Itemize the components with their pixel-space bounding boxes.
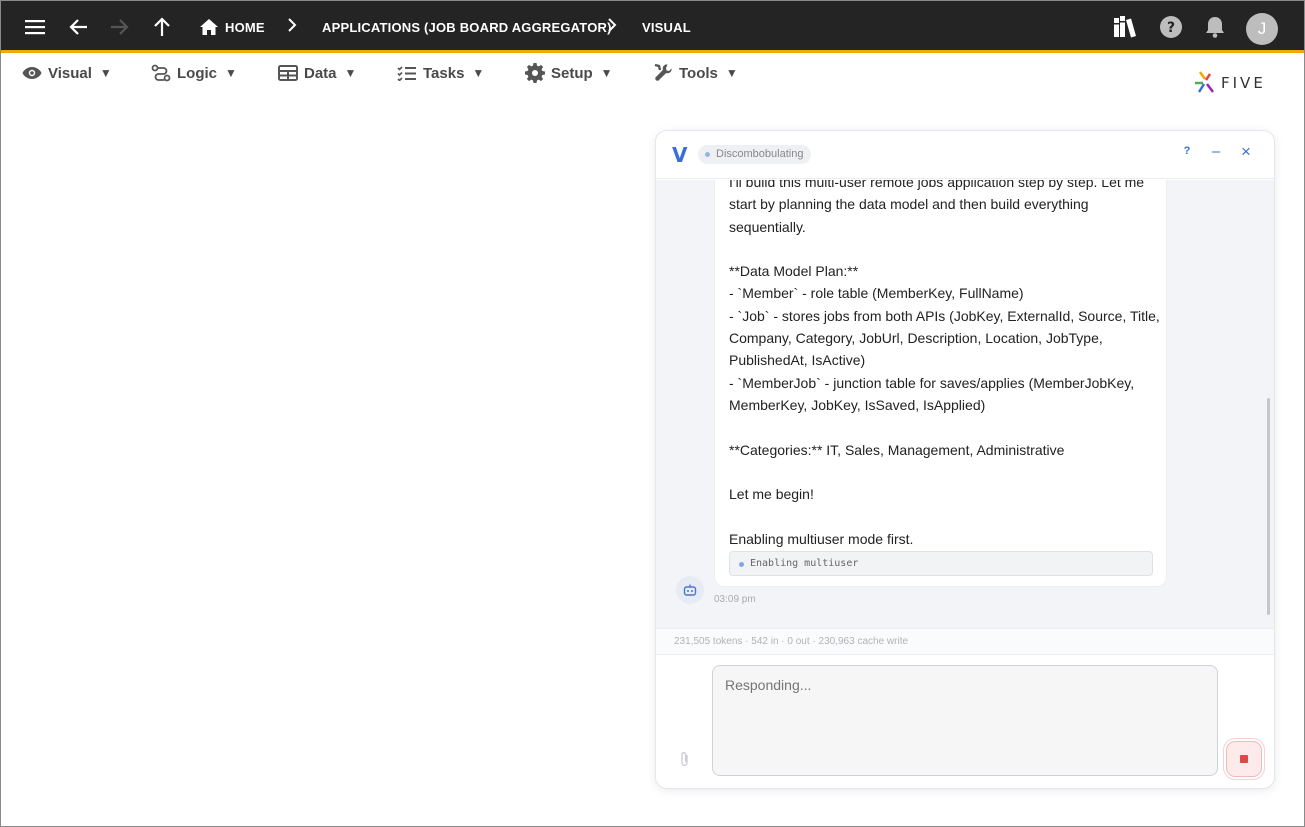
checklist-icon bbox=[397, 65, 417, 81]
message-line: **Data Model Plan:** bbox=[729, 263, 859, 280]
gear-icon bbox=[525, 63, 545, 83]
menu-tasks-label: Tasks bbox=[423, 64, 465, 82]
svg-text:?: ? bbox=[1167, 20, 1175, 36]
menu-logic-label: Logic bbox=[177, 64, 217, 82]
message-timestamp: 03:09 pm bbox=[714, 594, 756, 605]
caret-down-icon: ▼ bbox=[725, 66, 738, 80]
ai-chat-panel: V Discombobulating ? – × I'll build this… bbox=[655, 130, 1275, 789]
menu-icon[interactable] bbox=[21, 13, 49, 41]
help-button[interactable]: ? bbox=[1178, 145, 1196, 157]
home-label: HOME bbox=[225, 19, 265, 35]
chevron-right-icon bbox=[607, 18, 617, 37]
tools-icon bbox=[653, 63, 673, 83]
five-logo-mark bbox=[1195, 71, 1214, 93]
status-dot-icon bbox=[705, 152, 710, 157]
forward-arrow-icon[interactable] bbox=[105, 13, 133, 41]
breadcrumb-home[interactable]: HOME bbox=[200, 1, 265, 53]
caret-down-icon: ▼ bbox=[600, 66, 613, 80]
message-line: - `Job` - stores jobs from both APIs (Jo… bbox=[729, 307, 1160, 324]
message-line: sequentially. bbox=[729, 218, 806, 235]
chat-input[interactable] bbox=[712, 665, 1218, 776]
eye-icon bbox=[22, 66, 42, 80]
message-line: start by planning the data model and the… bbox=[729, 196, 1089, 213]
tool-call-label: Enabling multiuser bbox=[750, 558, 859, 569]
caret-down-icon: ▼ bbox=[344, 66, 357, 80]
assistant-logo: V bbox=[672, 143, 688, 167]
tool-call-chip[interactable]: Enabling multiuser bbox=[729, 551, 1153, 576]
menu-bar: Visual ▼ Logic ▼ Data ▼ Tasks ▼ Setup ▼ … bbox=[0, 56, 1305, 90]
menu-logic[interactable]: Logic ▼ bbox=[151, 62, 237, 84]
breadcrumb-application[interactable]: APPLICATIONS (JOB BOARD AGGREGATOR) bbox=[322, 1, 612, 53]
bell-icon[interactable] bbox=[1201, 13, 1229, 41]
menu-setup[interactable]: Setup ▼ bbox=[525, 62, 613, 84]
close-button[interactable]: × bbox=[1237, 142, 1255, 162]
home-icon bbox=[200, 19, 218, 35]
message-line: Company, Category, JobUrl, Description, … bbox=[729, 330, 1103, 347]
menu-tools-label: Tools bbox=[679, 64, 718, 82]
avatar[interactable]: J bbox=[1246, 13, 1278, 45]
message-line bbox=[729, 461, 1152, 483]
message-line: I'll build this multi-user remote jobs a… bbox=[729, 180, 1145, 190]
minimize-button[interactable]: – bbox=[1207, 143, 1225, 160]
caret-down-icon: ▼ bbox=[99, 66, 112, 80]
menu-data-label: Data bbox=[304, 64, 337, 82]
message-line: Enabling multiuser mode first. bbox=[729, 530, 914, 547]
message-line: - `MemberJob` - junction table for saves… bbox=[729, 374, 1135, 391]
chat-input-area bbox=[656, 655, 1274, 788]
back-arrow-icon[interactable] bbox=[65, 13, 93, 41]
message-line: - `Member` - role table (MemberKey, Full… bbox=[729, 285, 1024, 302]
message-line bbox=[729, 416, 1152, 438]
menu-visual[interactable]: Visual ▼ bbox=[22, 62, 112, 84]
status-text: Discombobulating bbox=[716, 148, 804, 160]
caret-down-icon: ▼ bbox=[472, 66, 485, 80]
message-line: PublishedAt, IsActive) bbox=[729, 352, 866, 369]
five-logo: FIVE bbox=[1193, 70, 1266, 96]
chat-header: V Discombobulating ? – × bbox=[656, 131, 1274, 179]
assistant-message: I'll build this multi-user remote jobs a… bbox=[714, 180, 1167, 587]
bot-avatar-icon bbox=[676, 576, 704, 604]
token-usage: 231,505 tokens · 542 in · 0 out · 230,96… bbox=[656, 628, 1274, 655]
five-logo-text: FIVE bbox=[1221, 74, 1266, 92]
stop-icon bbox=[1240, 755, 1248, 763]
chat-scrollbar[interactable] bbox=[1267, 398, 1270, 615]
chat-messages[interactable]: I'll build this multi-user remote jobs a… bbox=[656, 180, 1274, 628]
up-arrow-icon[interactable] bbox=[148, 13, 176, 41]
paperclip-icon[interactable] bbox=[680, 751, 690, 770]
message-line: **Categories:** IT, Sales, Management, A… bbox=[729, 441, 1065, 458]
breadcrumb-visual[interactable]: VISUAL bbox=[642, 1, 691, 53]
menu-tasks[interactable]: Tasks ▼ bbox=[397, 62, 484, 84]
library-icon[interactable] bbox=[1112, 13, 1140, 41]
message-line: Let me begin! bbox=[729, 486, 814, 503]
menu-data[interactable]: Data ▼ bbox=[278, 62, 356, 84]
top-bar: HOME APPLICATIONS (JOB BOARD AGGREGATOR)… bbox=[1, 1, 1304, 53]
tool-status-dot-icon bbox=[739, 562, 744, 567]
message-line bbox=[729, 238, 1152, 260]
status-badge: Discombobulating bbox=[698, 145, 812, 164]
help-icon[interactable]: ? bbox=[1157, 13, 1185, 41]
menu-visual-label: Visual bbox=[48, 64, 92, 82]
menu-tools[interactable]: Tools ▼ bbox=[653, 62, 738, 84]
caret-down-icon: ▼ bbox=[225, 66, 237, 80]
table-icon bbox=[278, 65, 298, 81]
menu-setup-label: Setup bbox=[551, 64, 593, 82]
message-line bbox=[729, 505, 1152, 527]
stop-button[interactable] bbox=[1226, 741, 1262, 777]
message-line: MemberKey, JobKey, IsSaved, IsApplied) bbox=[729, 396, 986, 413]
logic-icon bbox=[151, 64, 171, 82]
chevron-right-icon bbox=[287, 18, 297, 37]
